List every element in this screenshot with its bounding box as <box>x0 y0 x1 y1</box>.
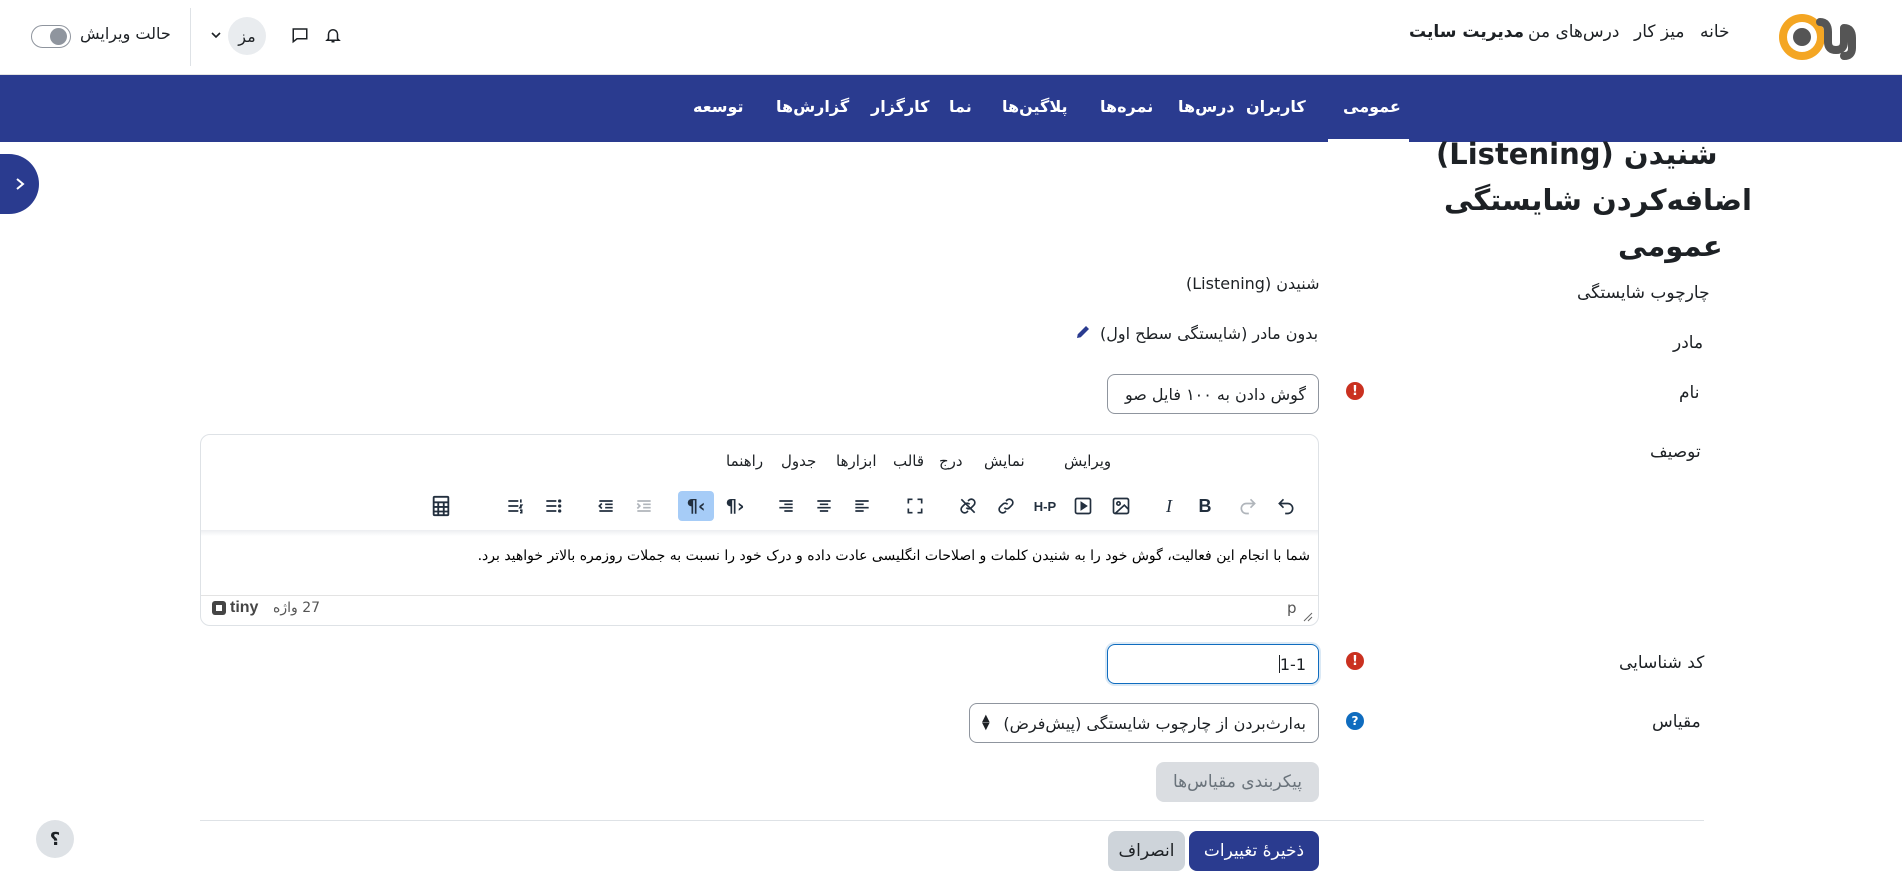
rtl-icon[interactable]: ¶‹ <box>678 491 714 521</box>
editor-menu-tools[interactable]: ابزارها <box>836 452 877 470</box>
bullet-list-icon[interactable] <box>535 491 571 521</box>
chat-icon[interactable] <box>287 22 313 48</box>
name-input[interactable]: گوش دادن به ۱۰۰ فایل صو <box>1107 374 1319 414</box>
page-heading-add-competency: اضافه‌کردن شایستگی <box>1444 183 1752 217</box>
outdent-icon[interactable] <box>588 491 624 521</box>
ltr-icon[interactable]: ¶› <box>717 491 753 521</box>
scale-label: مقیاس <box>1652 712 1701 732</box>
nav-my-courses[interactable]: درس‌های من <box>1528 22 1619 42</box>
section-heading-general: عمومی <box>1618 229 1723 263</box>
parent-label: مادر <box>1673 333 1704 353</box>
tiny-brand: tiny <box>230 599 259 616</box>
undo-icon[interactable] <box>1268 491 1304 521</box>
required-icon: ! <box>1346 652 1364 670</box>
editor-menu-edit[interactable]: ویرایش <box>1064 452 1111 470</box>
header-divider <box>190 8 191 66</box>
top-header: خانه میز کار درس‌های من مدیریت سایت مز ح… <box>0 0 1902 75</box>
resize-handle-icon[interactable] <box>1303 607 1313 625</box>
chevron-down-icon[interactable] <box>203 22 229 48</box>
nav-home[interactable]: خانه <box>1700 22 1730 42</box>
editor-menu-view[interactable]: نمایش <box>984 452 1025 470</box>
tab-reports[interactable]: گزارش‌ها <box>776 97 849 116</box>
tab-server[interactable]: کارگزار <box>871 97 929 116</box>
editor-menu-table[interactable]: جدول <box>781 452 816 470</box>
open-drawer-button[interactable] <box>0 154 39 214</box>
framework-value: شنیدن (Listening) <box>1186 274 1320 293</box>
site-logo[interactable] <box>1776 8 1872 66</box>
editor-content[interactable]: شما با انجام این فعالیت، گوش خود را به ش… <box>478 548 1310 564</box>
name-label: نام <box>1679 383 1700 403</box>
fullscreen-icon[interactable] <box>897 491 933 521</box>
idnumber-input[interactable]: 1-1 <box>1107 644 1319 684</box>
description-label: توصیف <box>1650 442 1701 462</box>
bell-icon[interactable] <box>320 22 346 48</box>
cancel-button[interactable]: انصراف <box>1108 831 1185 871</box>
edit-mode-toggle[interactable] <box>31 25 71 48</box>
tab-users[interactable]: کاربران <box>1246 97 1306 116</box>
question-icon[interactable]: ؟ <box>36 820 74 858</box>
align-center-icon[interactable] <box>806 491 842 521</box>
toolbar-separator <box>201 530 1318 536</box>
toggle-knob <box>50 28 67 45</box>
page-heading-framework: شنیدن (Listening) <box>1436 137 1718 171</box>
h5p-icon[interactable]: H-P <box>1027 491 1063 521</box>
editor-statusbar: p 27 واژه tiny <box>201 595 1318 625</box>
framework-label: چارچوب شایستگی <box>1577 283 1710 303</box>
primary-navigation: عمومی کاربران درس‌ها نمره‌ها پلاگین‌ها ن… <box>0 75 1902 142</box>
scale-select-value: به‌ارث‌بردن از چارچوب شایستگی (پیش‌فرض) <box>1003 713 1306 733</box>
image-icon[interactable] <box>1103 491 1139 521</box>
user-avatar[interactable]: مز <box>228 17 266 55</box>
redo-icon[interactable] <box>1230 491 1266 521</box>
idnumber-label: کد شناسایی <box>1619 653 1705 673</box>
unlink-icon[interactable] <box>950 491 986 521</box>
required-icon: ! <box>1346 382 1364 400</box>
help-icon[interactable]: ? <box>1346 712 1364 730</box>
italic-icon[interactable]: I <box>1151 491 1187 521</box>
active-tab-indicator <box>1328 139 1409 142</box>
select-arrows-icon: ▲ ▼ <box>982 713 990 732</box>
save-button[interactable]: ذخیرهٔ تغییرات <box>1189 831 1319 871</box>
tab-development[interactable]: توسعه <box>693 97 744 116</box>
link-icon[interactable] <box>988 491 1024 521</box>
tab-plugins[interactable]: پلاگین‌ها <box>1002 97 1068 116</box>
editor-menu-format[interactable]: قالب <box>893 452 924 470</box>
media-icon[interactable] <box>1065 491 1101 521</box>
editor-menu-insert[interactable]: درج <box>939 452 963 470</box>
scale-select[interactable]: به‌ارث‌بردن از چارچوب شایستگی (پیش‌فرض) … <box>969 703 1319 743</box>
element-path[interactable]: p <box>1287 599 1297 617</box>
edit-pencil-icon[interactable] <box>1074 323 1092 345</box>
indent-icon[interactable] <box>626 491 662 521</box>
parent-value: بدون مادر (شایستگی سطح اول) <box>1100 324 1319 343</box>
name-input-value: گوش دادن به ۱۰۰ فایل صو <box>1124 384 1306 404</box>
configure-scales-button[interactable]: پیکربندی مقیاس‌ها <box>1156 762 1319 802</box>
align-left-icon[interactable] <box>844 491 880 521</box>
tiny-logo-icon[interactable]: tiny <box>211 599 258 617</box>
nav-site-admin[interactable]: مدیریت سایت <box>1409 22 1524 42</box>
numbered-list-icon[interactable] <box>497 491 533 521</box>
align-right-icon[interactable] <box>768 491 804 521</box>
rich-text-editor[interactable]: ویرایش نمایش درج قالب ابزارها جدول راهنم… <box>200 434 1319 626</box>
tab-grades[interactable]: نمره‌ها <box>1100 97 1153 116</box>
text-cursor <box>1278 655 1280 673</box>
edit-mode-label: حالت ویرایش <box>80 24 171 43</box>
editor-menu-help[interactable]: راهنما <box>726 452 763 470</box>
bold-icon[interactable]: B <box>1187 491 1223 521</box>
word-count[interactable]: 27 واژه <box>273 600 320 616</box>
tab-courses[interactable]: درس‌ها <box>1178 97 1235 116</box>
calculator-icon[interactable] <box>423 491 459 521</box>
nav-dashboard[interactable]: میز کار <box>1634 22 1685 42</box>
idnumber-input-value: 1-1 <box>1279 654 1306 674</box>
form-divider <box>200 820 1704 821</box>
tab-appearance[interactable]: نما <box>949 97 972 116</box>
tab-general[interactable]: عمومی <box>1343 97 1401 116</box>
